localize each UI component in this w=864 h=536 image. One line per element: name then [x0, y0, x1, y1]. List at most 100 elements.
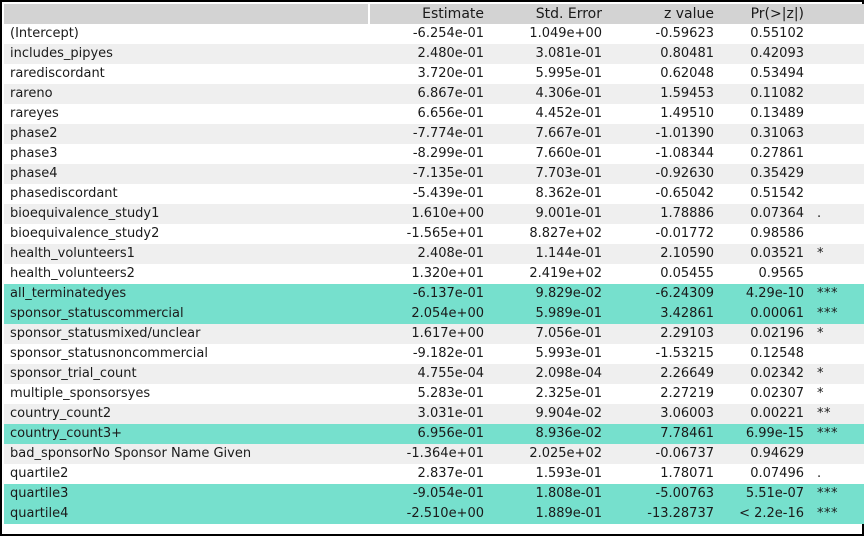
std-error-cell: 1.049e+00 — [492, 24, 610, 44]
z-value-cell: 3.06003 — [610, 404, 722, 424]
p-value-cell: < 2.2e-16 — [722, 504, 812, 524]
table-row: bioequivalence_study2 -1.565e+01 8.827e+02… — [4, 224, 864, 244]
term-cell: bad_sponsorNo Sponsor Name Given — [4, 444, 370, 464]
table-row: (Intercept) -6.254e-01 1.049e+00 -0.59623 0.… — [4, 24, 864, 44]
estimate-cell: -7.135e-01 — [370, 164, 492, 184]
estimate-cell: -1.364e+01 — [370, 444, 492, 464]
table-row: rarediscordant 3.720e-01 5.995e-01 0.62048 0… — [4, 64, 864, 84]
column-header-p-value: Pr(>|z|) — [722, 4, 812, 24]
z-value-cell: -0.92630 — [610, 164, 722, 184]
term-cell: includes_pipyes — [4, 44, 370, 64]
table-row: health_volunteers2 1.320e+01 2.419e+02 0.05… — [4, 264, 864, 284]
z-value-cell: -0.01772 — [610, 224, 722, 244]
term-cell: bioequivalence_study1 — [4, 204, 370, 224]
significance-cell — [812, 124, 864, 144]
table-row: rareno 6.867e-01 4.306e-01 1.59453 0.11082 — [4, 84, 864, 104]
estimate-cell: -7.774e-01 — [370, 124, 492, 144]
regression-coefficients-table: Estimate Std. Error z value Pr(>|z|) (In… — [4, 4, 864, 524]
term-cell: sponsor_statusmixed/unclear — [4, 324, 370, 344]
significance-cell — [812, 44, 864, 64]
z-value-cell: -0.65042 — [610, 184, 722, 204]
std-error-cell: 3.081e-01 — [492, 44, 610, 64]
std-error-cell: 5.993e-01 — [492, 344, 610, 364]
estimate-cell: 1.617e+00 — [370, 324, 492, 344]
std-error-cell: 7.667e-01 — [492, 124, 610, 144]
table-row: sponsor_statuscommercial 2.054e+00 5.989e-… — [4, 304, 864, 324]
std-error-cell: 4.306e-01 — [492, 84, 610, 104]
significance-cell — [812, 224, 864, 244]
std-error-cell: 2.025e+02 — [492, 444, 610, 464]
std-error-cell: 9.829e-02 — [492, 284, 610, 304]
z-value-cell: -13.28737 — [610, 504, 722, 524]
std-error-cell: 7.660e-01 — [492, 144, 610, 164]
z-value-cell: 2.26649 — [610, 364, 722, 384]
estimate-cell: 3.031e-01 — [370, 404, 492, 424]
z-value-cell: 1.59453 — [610, 84, 722, 104]
table-row: rareyes 6.656e-01 4.452e-01 1.49510 0.13489 — [4, 104, 864, 124]
p-value-cell: 0.11082 — [722, 84, 812, 104]
z-value-cell: -6.24309 — [610, 284, 722, 304]
significance-cell — [812, 444, 864, 464]
table-row: sponsor_trial_count 4.755e-04 2.098e-04 2.2… — [4, 364, 864, 384]
z-value-cell: -0.06737 — [610, 444, 722, 464]
table-row: phase3 -8.299e-01 7.660e-01 -1.08344 0.27861 — [4, 144, 864, 164]
significance-cell — [812, 144, 864, 164]
std-error-cell: 1.889e-01 — [492, 504, 610, 524]
z-value-cell: 0.05455 — [610, 264, 722, 284]
table-row: quartile4 -2.510e+00 1.889e-01 -13.28737 < 2… — [4, 504, 864, 524]
z-value-cell: 1.49510 — [610, 104, 722, 124]
table-header: Estimate Std. Error z value Pr(>|z|) — [4, 4, 864, 24]
std-error-cell: 7.056e-01 — [492, 324, 610, 344]
term-cell: sponsor_statuscommercial — [4, 304, 370, 324]
std-error-cell: 9.001e-01 — [492, 204, 610, 224]
z-value-cell: 2.10590 — [610, 244, 722, 264]
table-body: (Intercept) -6.254e-01 1.049e+00 -0.59623 0.… — [4, 24, 864, 524]
term-cell: sponsor_statusnoncommercial — [4, 344, 370, 364]
estimate-cell: -2.510e+00 — [370, 504, 492, 524]
term-cell: health_volunteers1 — [4, 244, 370, 264]
z-value-cell: -0.59623 — [610, 24, 722, 44]
significance-cell — [812, 344, 864, 364]
term-cell: quartile2 — [4, 464, 370, 484]
p-value-cell: 5.51e-07 — [722, 484, 812, 504]
estimate-cell: 2.054e+00 — [370, 304, 492, 324]
coefficient-table-container: Estimate Std. Error z value Pr(>|z|) (In… — [0, 0, 864, 536]
table-row: all_terminatedyes -6.137e-01 9.829e-02 -6.2… — [4, 284, 864, 304]
significance-cell: * — [812, 384, 864, 404]
std-error-cell: 5.989e-01 — [492, 304, 610, 324]
term-cell: quartile4 — [4, 504, 370, 524]
z-value-cell: -1.01390 — [610, 124, 722, 144]
p-value-cell: 0.55102 — [722, 24, 812, 44]
estimate-cell: 6.956e-01 — [370, 424, 492, 444]
table-row: phase4 -7.135e-01 7.703e-01 -0.92630 0.35429 — [4, 164, 864, 184]
std-error-cell: 1.808e-01 — [492, 484, 610, 504]
table-row: sponsor_statusmixed/unclear 1.617e+00 7.05… — [4, 324, 864, 344]
estimate-cell: 1.320e+01 — [370, 264, 492, 284]
significance-cell — [812, 164, 864, 184]
estimate-cell: 2.480e-01 — [370, 44, 492, 64]
z-value-cell: 0.80481 — [610, 44, 722, 64]
std-error-cell: 7.703e-01 — [492, 164, 610, 184]
table-row: sponsor_statusnoncommercial -9.182e-01 5.9… — [4, 344, 864, 364]
std-error-cell: 5.995e-01 — [492, 64, 610, 84]
term-cell: phasediscordant — [4, 184, 370, 204]
estimate-cell: -1.565e+01 — [370, 224, 492, 244]
table-row: bioequivalence_study1 1.610e+00 9.001e-01 1… — [4, 204, 864, 224]
table-row: multiple_sponsorsyes 5.283e-01 2.325e-01 2.… — [4, 384, 864, 404]
estimate-cell: 5.283e-01 — [370, 384, 492, 404]
column-header-term — [4, 4, 370, 24]
p-value-cell: 0.27861 — [722, 144, 812, 164]
significance-cell — [812, 104, 864, 124]
term-cell: phase4 — [4, 164, 370, 184]
std-error-cell: 4.452e-01 — [492, 104, 610, 124]
std-error-cell: 8.936e-02 — [492, 424, 610, 444]
significance-cell: . — [812, 464, 864, 484]
z-value-cell: 2.27219 — [610, 384, 722, 404]
term-cell: (Intercept) — [4, 24, 370, 44]
estimate-cell: 6.656e-01 — [370, 104, 492, 124]
p-value-cell: 0.53494 — [722, 64, 812, 84]
estimate-cell: -6.254e-01 — [370, 24, 492, 44]
term-cell: all_terminatedyes — [4, 284, 370, 304]
table-row: quartile3 -9.054e-01 1.808e-01 -5.00763 5.51… — [4, 484, 864, 504]
std-error-cell: 8.362e-01 — [492, 184, 610, 204]
